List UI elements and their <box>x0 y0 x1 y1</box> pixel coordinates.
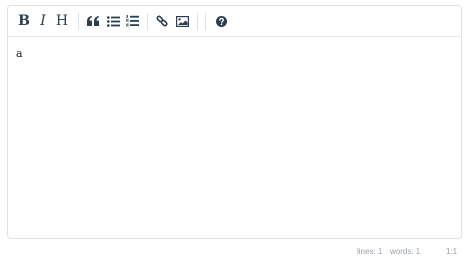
ordered-list-icon <box>125 15 139 27</box>
markdown-editor: B I H a <box>7 5 462 239</box>
link-icon <box>156 15 168 27</box>
italic-icon: I <box>40 13 46 29</box>
status-lines: lines: 1 <box>357 247 383 256</box>
toolbar-separator <box>147 13 148 30</box>
editor-content: a <box>16 47 23 60</box>
toolbar-separator <box>205 13 206 30</box>
toolbar-separator <box>197 13 198 30</box>
image-icon <box>175 15 189 27</box>
image-button[interactable] <box>171 10 193 32</box>
heading-icon: H <box>55 13 69 29</box>
editor-toolbar: B I H <box>8 6 461 37</box>
help-icon <box>215 15 227 27</box>
quote-icon <box>87 16 99 26</box>
bold-icon: B <box>18 13 30 29</box>
unordered-list-icon <box>106 15 120 27</box>
ordered-list-button[interactable] <box>121 10 143 32</box>
heading-button[interactable]: H <box>51 10 73 32</box>
quote-button[interactable] <box>82 10 104 32</box>
status-words: words: 1 <box>390 247 421 256</box>
toolbar-separator <box>78 13 79 30</box>
help-button[interactable] <box>210 10 232 32</box>
status-cursor: 1:1 <box>446 247 458 256</box>
editor-text-area[interactable]: a <box>16 47 453 61</box>
link-button[interactable] <box>151 10 173 32</box>
